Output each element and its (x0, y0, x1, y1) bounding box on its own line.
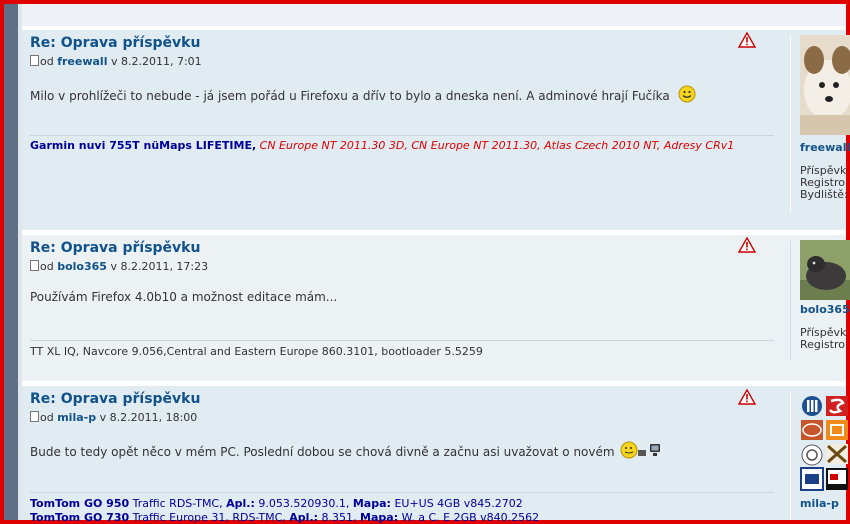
post-author[interactable]: bolo365 (57, 260, 107, 273)
signature-traffic: Traffic Europe 31, RDS-TMC, (132, 511, 286, 524)
profile-username[interactable]: freewall (800, 141, 850, 154)
report-warning-icon[interactable] (738, 237, 756, 253)
post-date: v 8.2.2011, 7:01 (110, 55, 202, 68)
meta-prefix: od (40, 411, 54, 424)
post-signature-line-2: TomTom GO 730 Traffic Europe 31, RDS-TMC… (30, 511, 539, 524)
profile-info-registered: Registro (800, 338, 846, 351)
post-profile: freewall Příspěvk Registro Bydliště: (800, 35, 850, 201)
post-date: v 8.2.2011, 17:23 (110, 260, 209, 273)
post-content-text: Milo v prohlížeči to nebude - já jsem po… (30, 89, 670, 103)
signature-apl-label: Apl.: (226, 497, 255, 510)
signature-mapa: W. a C. E 2GB v840.2562 (401, 511, 540, 524)
avatar-image (800, 240, 850, 300)
avatar-image (800, 35, 850, 135)
profile-separator (790, 392, 791, 520)
post-meta: od mila-p v 8.2.2011, 18:00 (30, 411, 197, 424)
post-doc-icon[interactable] (30, 260, 39, 271)
signature-mapa: EU+US 4GB v845.2702 (394, 497, 523, 510)
meta-prefix: od (40, 55, 54, 68)
signature-device: TomTom GO 730 (30, 511, 130, 524)
profile-separator (790, 241, 791, 361)
report-warning-icon[interactable] (738, 389, 756, 405)
report-warning-icon[interactable] (738, 32, 756, 48)
signature-device: Garmin nuvi 755T nüMaps LIFETIME, (30, 139, 257, 152)
previous-post-tail (22, 4, 846, 26)
post-doc-icon[interactable] (30, 411, 39, 422)
avatar[interactable] (800, 240, 850, 300)
meta-prefix: od (40, 260, 54, 273)
signature-divider (30, 340, 774, 341)
avatar[interactable] (800, 35, 850, 135)
post-content: Milo v prohlížeči to nebude - já jsem po… (30, 85, 696, 103)
signature-apl-label: Apl.: (289, 511, 319, 524)
profile-username[interactable]: mila-p (800, 497, 850, 510)
smiley-icon (678, 85, 696, 103)
signature-traffic: Traffic RDS-TMC, (132, 497, 223, 510)
post-meta: od bolo365 v 8.2.2011, 17:23 (30, 260, 208, 273)
post-2: Re: Oprava příspěvku od bolo365 v 8.2.20… (22, 235, 850, 381)
post-signature: TT XL IQ, Navcore 9.056,Central and East… (30, 345, 483, 358)
post-1: Re: Oprava příspěvku od freewall v 8.2.2… (22, 30, 850, 230)
profile-separator (790, 36, 791, 212)
post-author[interactable]: mila-p (57, 411, 96, 424)
post-content: Bude to tedy opět něco v mém PC. Posledn… (30, 441, 662, 459)
post-profile: bolo365 Příspěvk Registro (800, 240, 850, 351)
post-meta: od freewall v 8.2.2011, 7:01 (30, 55, 202, 68)
post-author[interactable]: freewall (57, 55, 107, 68)
post-signature: Garmin nuvi 755T nüMaps LIFETIME, CN Eur… (30, 139, 734, 152)
post-profile: mila-p (800, 394, 850, 510)
profile-info-location: Bydliště: (800, 188, 848, 201)
signature-mapa-label: Mapa: (352, 497, 391, 510)
post-signature-line-1: TomTom GO 950 Traffic RDS-TMC, Apl.: 9.0… (30, 497, 523, 510)
post-date: v 8.2.2011, 18:00 (99, 411, 198, 424)
post-title[interactable]: Re: Oprava příspěvku (30, 391, 200, 407)
profile-username[interactable]: bolo365 (800, 303, 850, 316)
post-title[interactable]: Re: Oprava příspěvku (30, 240, 200, 256)
signature-apl: 8.351, (321, 511, 357, 524)
avatar-badges-image[interactable] (800, 394, 848, 494)
post-doc-icon[interactable] (30, 55, 39, 66)
signature-divider (30, 135, 774, 136)
post-title[interactable]: Re: Oprava příspěvku (30, 35, 200, 51)
post-content: Používám Firefox 4.0b10 a možnost editac… (30, 290, 338, 304)
post-3: Re: Oprava příspěvku od mila-p v 8.2.201… (22, 386, 848, 524)
post-content-text: Bude to tedy opět něco v mém PC. Posledn… (30, 445, 615, 459)
signature-device: TomTom GO 950 (30, 497, 130, 510)
signature-apl: 9.053.520930.1, (258, 497, 350, 510)
signature-maps: CN Europe NT 2011.30 3D, CN Europe NT 20… (259, 139, 735, 152)
page-left-border (4, 4, 18, 520)
signature-mapa-label: Mapa: (360, 511, 399, 524)
smiley-computer-icon (620, 441, 661, 459)
signature-divider (30, 492, 774, 493)
